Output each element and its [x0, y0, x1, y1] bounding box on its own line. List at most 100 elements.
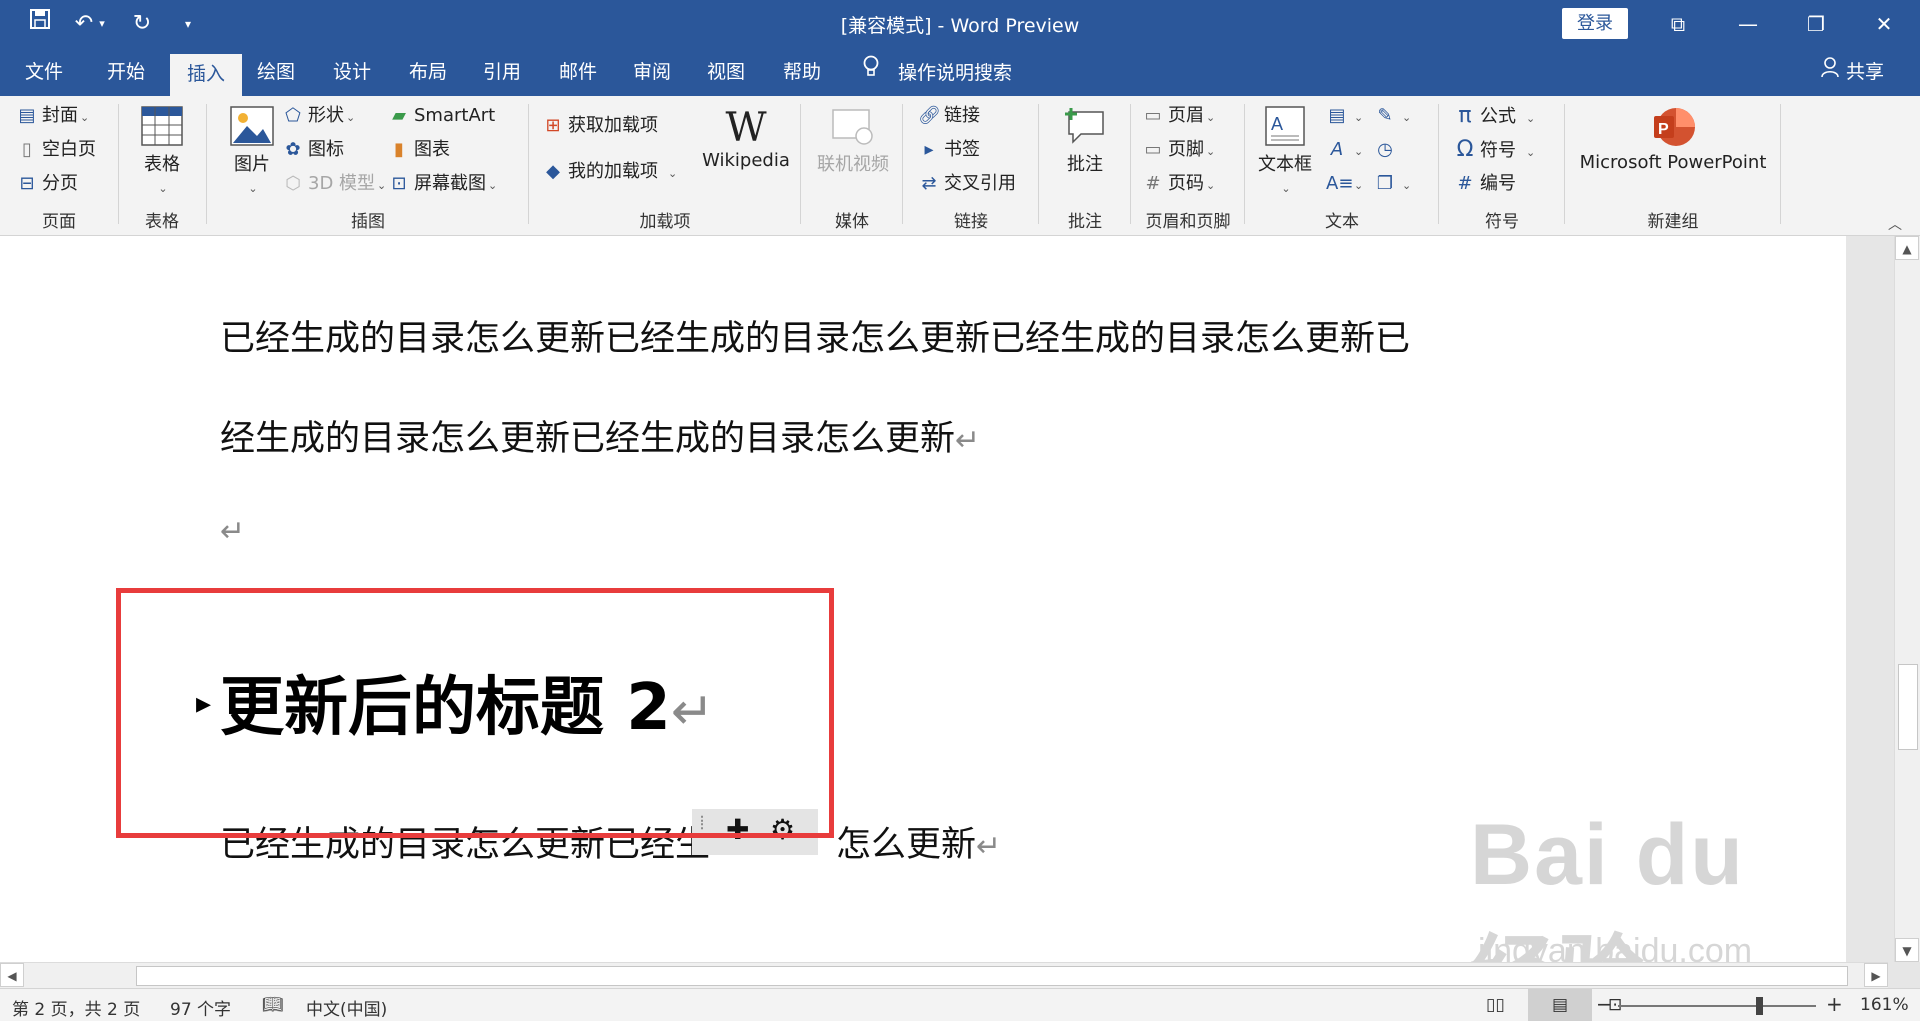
shapes-label: 形状: [308, 105, 344, 126]
3d-models-button[interactable]: ⬡ 3D 模型 ⌄: [282, 170, 386, 198]
title-bar: ↶ ▾ ↻ ▾ [兼容模式] - Word Preview 登录 ⧉ — ❐ ✕: [0, 0, 1920, 48]
header-button[interactable]: ▭ 页眉 ⌄: [1142, 102, 1215, 130]
ribbon-display-options-icon[interactable]: ⧉: [1650, 0, 1706, 48]
wikipedia-button[interactable]: W Wikipedia: [696, 106, 796, 171]
smartart-button[interactable]: ▰ SmartArt: [388, 102, 495, 130]
smartart-label: SmartArt: [414, 105, 496, 126]
zoom-out-icon[interactable]: −: [1596, 992, 1613, 1016]
cross-reference-button[interactable]: ⇄ 交叉引用: [918, 170, 1016, 198]
close-icon[interactable]: ✕: [1856, 0, 1912, 48]
group-addins: ⊞ 获取加载项 ◆ 我的加载项 ⌄ W Wikipedia 加载项: [530, 96, 800, 234]
tab-help[interactable]: 帮助: [770, 48, 834, 96]
login-button[interactable]: 登录: [1562, 8, 1628, 39]
empty-paragraph[interactable]: ↵: [220, 510, 245, 550]
document-area[interactable]: 已经生成的目录怎么更新已经生成的目录怎么更新已经生成的目录怎么更新已 经生成的目…: [0, 236, 1888, 962]
page-break-label: 分页: [42, 173, 78, 194]
proofing-icon[interactable]: 📖︎: [262, 995, 284, 1015]
zoom-slider-thumb[interactable]: [1756, 997, 1763, 1015]
ribbon-separator: [206, 104, 207, 224]
scroll-right-icon[interactable]: ▶: [1864, 963, 1888, 987]
share-button[interactable]: 共享: [1820, 48, 1884, 96]
scroll-down-icon[interactable]: ▼: [1895, 938, 1919, 962]
minimize-icon[interactable]: —: [1720, 0, 1776, 48]
tab-home[interactable]: 开始: [90, 48, 162, 96]
blank-page-button[interactable]: ▯ 空白页: [16, 136, 96, 164]
pictures-button[interactable]: 图片 ⌄: [222, 106, 282, 197]
paragraph-text: 怎么更新: [836, 825, 977, 865]
group-media-label: 媒体: [835, 212, 869, 232]
tell-me-search[interactable]: 操作说明搜索: [862, 48, 1012, 96]
new-comment-button[interactable]: 批注: [1050, 106, 1120, 176]
blank-page-label: 空白页: [42, 139, 96, 160]
my-addins-label: 我的加载项: [568, 161, 658, 182]
table-button[interactable]: 表格 ⌄: [132, 106, 192, 197]
vertical-scrollbar[interactable]: ▲ ▼: [1894, 236, 1920, 962]
horizontal-scroll-thumb[interactable]: [136, 966, 1848, 986]
link-button[interactable]: 🔗︎ 链接: [918, 102, 980, 130]
tab-layout[interactable]: 布局: [396, 48, 460, 96]
footer-button[interactable]: ▭ 页脚 ⌄: [1142, 136, 1215, 164]
symbol-button[interactable]: Ω 符号 ⌄: [1454, 136, 1536, 164]
body-paragraph-line[interactable]: 经生成的目录怎么更新已经生成的目录怎么更新↵: [220, 410, 980, 461]
horizontal-scrollbar[interactable]: ◀ ▶: [0, 962, 1888, 988]
quick-parts-button[interactable]: ▤ ⌄: [1326, 102, 1363, 130]
drop-cap-button[interactable]: A≡⌄: [1326, 170, 1363, 198]
tab-view[interactable]: 视图: [694, 48, 758, 96]
restore-icon[interactable]: ❐: [1788, 0, 1844, 48]
language[interactable]: 中文(中国): [306, 995, 387, 1020]
group-symbols: π 公式 ⌄ Ω 符号 ⌄ # 编号 符号: [1440, 96, 1564, 234]
date-time-icon: ◷: [1377, 139, 1393, 160]
bookmark-button[interactable]: ▸ 书签: [918, 136, 980, 164]
my-addins-button[interactable]: ◆ 我的加载项 ⌄: [542, 158, 677, 186]
equation-label: 公式: [1480, 106, 1516, 127]
page-break-button[interactable]: ⊟ 分页: [16, 170, 78, 198]
tab-review[interactable]: 审阅: [620, 48, 684, 96]
group-symbols-label: 符号: [1485, 212, 1519, 232]
body-paragraph-line[interactable]: 已经生成的目录怎么更新已经生成的目录怎么更新已经生成的目录怎么更新已: [220, 310, 1410, 361]
group-media: 联机视频 媒体: [802, 96, 902, 234]
equation-button[interactable]: π 公式 ⌄: [1454, 102, 1535, 130]
screenshot-button[interactable]: ⊡ 屏幕截图 ⌄: [388, 170, 497, 198]
page-count[interactable]: 第 2 页，共 2 页: [12, 995, 140, 1020]
ribbon-separator: [118, 104, 119, 224]
tab-insert[interactable]: 插入: [170, 54, 242, 96]
tab-references[interactable]: 引用: [470, 48, 534, 96]
collapse-ribbon-icon[interactable]: ︿: [1888, 214, 1902, 234]
online-video-button[interactable]: 联机视频: [808, 106, 898, 176]
tab-mailings[interactable]: 邮件: [546, 48, 610, 96]
word-count[interactable]: 97 个字: [170, 995, 231, 1020]
tab-draw[interactable]: 绘图: [244, 48, 308, 96]
chart-button[interactable]: ▮ 图表: [388, 136, 450, 164]
number-button[interactable]: # 编号: [1454, 170, 1516, 198]
ribbon-separator: [1130, 104, 1131, 224]
group-text-label: 文本: [1325, 212, 1359, 232]
signature-line-icon: ✎: [1377, 105, 1393, 126]
ribbon-separator: [1564, 104, 1565, 224]
text-box-button[interactable]: A 文本框 ⌄: [1252, 106, 1318, 197]
date-time-button[interactable]: ◷: [1374, 136, 1400, 164]
read-mode-icon[interactable]: ▯▯: [1486, 995, 1505, 1015]
object-button[interactable]: ❐ ⌄: [1374, 170, 1411, 198]
tab-design[interactable]: 设计: [320, 48, 384, 96]
icons-button[interactable]: ✿ 图标: [282, 136, 344, 164]
scroll-up-icon[interactable]: ▲: [1895, 236, 1919, 260]
footer-icon: ▭: [1144, 139, 1162, 160]
paragraph-text: 已经生成的目录怎么更新已经生成的目录怎么更新已经生成的目录怎么更新已: [220, 319, 1411, 359]
signature-line-button[interactable]: ✎ ⌄: [1374, 102, 1411, 130]
powerpoint-button[interactable]: P Microsoft PowerPoint: [1572, 106, 1774, 173]
text-box-label: 文本框: [1258, 154, 1312, 175]
shapes-button[interactable]: ⬠ 形状 ⌄: [282, 102, 355, 130]
wordart-button[interactable]: A ⌄: [1326, 136, 1363, 164]
page-break-icon: ⊟: [19, 173, 35, 194]
tab-file[interactable]: 文件: [12, 48, 76, 96]
zoom-slider[interactable]: [1618, 1005, 1816, 1007]
document-page[interactable]: 已经生成的目录怎么更新已经生成的目录怎么更新已经生成的目录怎么更新已 经生成的目…: [0, 236, 1846, 962]
print-layout-icon[interactable]: ▤: [1528, 989, 1592, 1021]
page-number-button[interactable]: # 页码 ⌄: [1142, 170, 1215, 198]
vertical-scroll-thumb[interactable]: [1898, 664, 1918, 750]
scroll-left-icon[interactable]: ◀: [0, 963, 24, 987]
zoom-level[interactable]: 161%: [1860, 995, 1909, 1015]
zoom-in-icon[interactable]: +: [1826, 992, 1843, 1016]
cover-page-button[interactable]: ▤ 封面 ⌄: [16, 102, 89, 130]
get-addins-button[interactable]: ⊞ 获取加载项: [542, 112, 658, 140]
